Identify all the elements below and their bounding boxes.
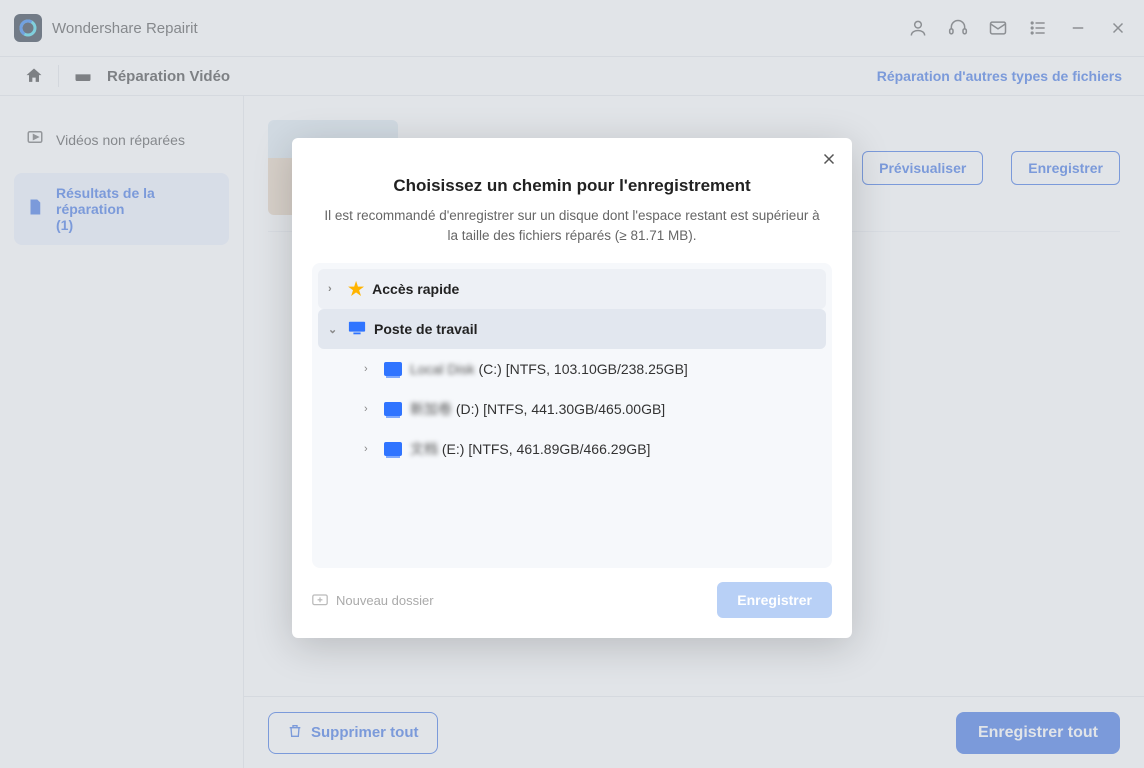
this-pc-label: Poste de travail xyxy=(374,321,478,337)
tree-drive-e[interactable]: › 文档 (E:) [NTFS, 461.89GB/466.29GB] xyxy=(318,429,826,469)
drive-suffix: (C:) [NTFS, 103.10GB/238.25GB] xyxy=(478,361,687,377)
modal-title: Choisissez un chemin pour l'enregistreme… xyxy=(312,176,832,196)
drive-icon xyxy=(384,442,402,456)
chevron-down-icon: ⌄ xyxy=(328,323,340,336)
drive-suffix: (D:) [NTFS, 441.30GB/465.00GB] xyxy=(456,401,665,417)
modal-save-button[interactable]: Enregistrer xyxy=(717,582,832,618)
modal-subtitle: Il est recommandé d'enregistrer sur un d… xyxy=(320,206,824,245)
tree-drive-d[interactable]: › 新加卷 (D:) [NTFS, 441.30GB/465.00GB] xyxy=(318,389,826,429)
drive-name-blur: Local Disk xyxy=(410,361,475,377)
drive-suffix: (E:) [NTFS, 461.89GB/466.29GB] xyxy=(442,441,651,457)
close-icon[interactable] xyxy=(820,150,838,173)
tree-this-pc[interactable]: ⌄ Poste de travail xyxy=(318,309,826,349)
chevron-right-icon: › xyxy=(364,443,376,455)
chevron-right-icon: › xyxy=(364,403,376,415)
new-folder-label: Nouveau dossier xyxy=(336,593,434,608)
drive-icon xyxy=(384,402,402,416)
save-path-modal: Choisissez un chemin pour l'enregistreme… xyxy=(292,138,852,638)
new-folder-button[interactable]: Nouveau dossier xyxy=(312,592,434,609)
chevron-right-icon: › xyxy=(328,283,340,295)
pc-icon xyxy=(348,320,366,339)
tree-quick-access[interactable]: › ★ Accès rapide xyxy=(318,269,826,309)
drive-name-blur: 新加卷 xyxy=(410,399,452,419)
drive-name-blur: 文档 xyxy=(410,439,438,459)
chevron-right-icon: › xyxy=(364,363,376,375)
star-icon: ★ xyxy=(348,279,364,300)
quick-access-label: Accès rapide xyxy=(372,281,459,297)
tree-drive-c[interactable]: › Local Disk (C:) [NTFS, 103.10GB/238.25… xyxy=(318,349,826,389)
drive-icon xyxy=(384,362,402,376)
modal-footer: Nouveau dossier Enregistrer xyxy=(312,578,832,622)
folder-tree: › ★ Accès rapide ⌄ Poste de travail › Lo… xyxy=(312,263,832,568)
folder-plus-icon xyxy=(312,592,328,609)
